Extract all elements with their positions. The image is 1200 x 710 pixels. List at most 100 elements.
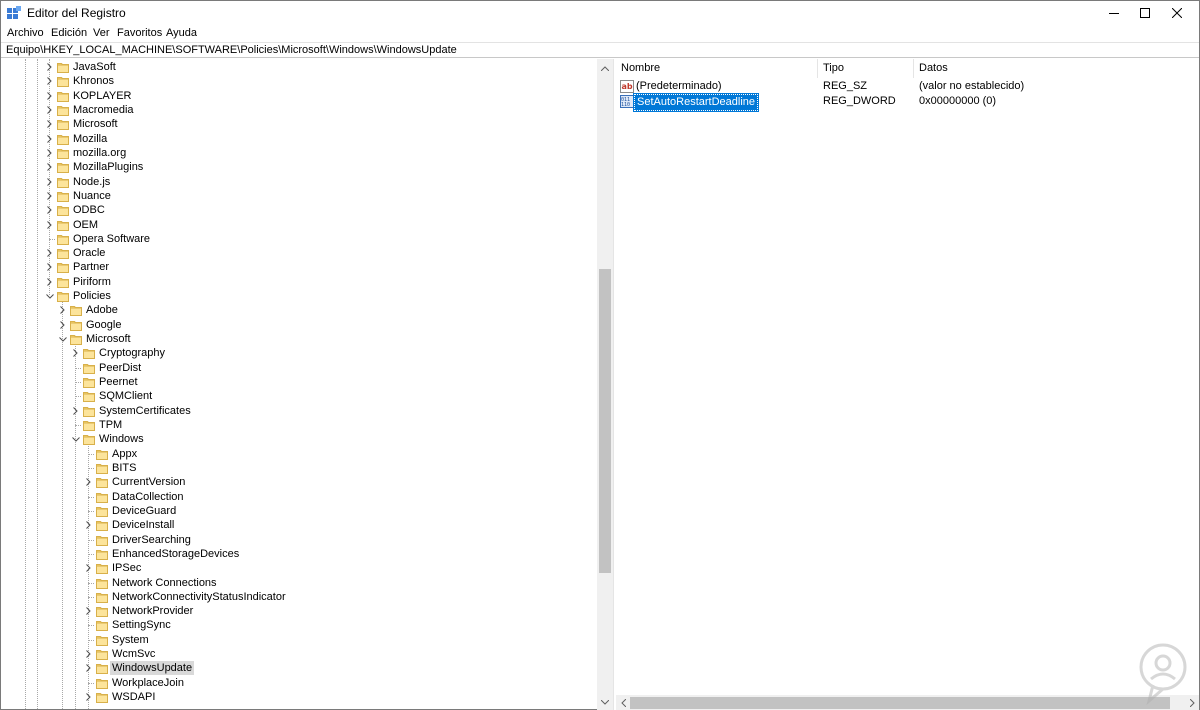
tree-node[interactable]: DriverSearching bbox=[1, 533, 597, 547]
tree-node[interactable]: Piriform bbox=[1, 275, 597, 289]
chevron-right-icon[interactable] bbox=[45, 160, 54, 174]
chevron-right-icon[interactable] bbox=[84, 518, 93, 532]
svg-text:ab: ab bbox=[622, 82, 633, 91]
values-horizontal-scrollbar[interactable] bbox=[616, 695, 1199, 710]
tree-node[interactable]: PeerDist bbox=[1, 361, 597, 375]
scroll-down-arrow-icon[interactable] bbox=[597, 695, 613, 709]
tree-scroll-thumb[interactable] bbox=[599, 269, 611, 573]
close-button[interactable] bbox=[1155, 1, 1199, 25]
minimize-icon bbox=[1109, 13, 1119, 14]
menu-ayuda[interactable]: Ayuda bbox=[166, 27, 197, 39]
tree-node[interactable]: Peernet bbox=[1, 375, 597, 389]
tree-node[interactable]: SystemCertificates bbox=[1, 404, 597, 418]
tree-node[interactable]: KOPLAYER bbox=[1, 89, 597, 103]
column-header-type[interactable]: Tipo bbox=[818, 59, 914, 78]
scroll-left-arrow-icon[interactable] bbox=[616, 695, 630, 710]
tree-node[interactable]: IPSec bbox=[1, 561, 597, 575]
folder-icon bbox=[96, 577, 108, 589]
tree-vertical-scrollbar[interactable] bbox=[597, 59, 613, 710]
tree-node[interactable]: NetworkConnectivityStatusIndicator bbox=[1, 590, 597, 604]
tree-node[interactable]: Partner bbox=[1, 260, 597, 274]
tree-node[interactable]: Google bbox=[1, 318, 597, 332]
tree-node[interactable]: Macromedia bbox=[1, 103, 597, 117]
tree-node[interactable]: Nuance bbox=[1, 189, 597, 203]
folder-icon bbox=[57, 75, 69, 88]
tree-node[interactable]: WcmSvc bbox=[1, 647, 597, 661]
address-bar[interactable]: Equipo\HKEY_LOCAL_MACHINE\SOFTWARE\Polic… bbox=[1, 42, 1199, 58]
value-row[interactable]: ab (Predeterminado) REG_SZ (valor no est… bbox=[616, 79, 1199, 94]
tree-node[interactable]: Windows bbox=[1, 432, 597, 446]
chevron-right-icon[interactable] bbox=[84, 690, 93, 704]
tree-node[interactable]: BITS bbox=[1, 461, 597, 475]
values-scroll-thumb[interactable] bbox=[630, 697, 1170, 709]
tree-node[interactable]: TPM bbox=[1, 418, 597, 432]
chevron-right-icon[interactable] bbox=[84, 647, 93, 661]
chevron-right-icon[interactable] bbox=[58, 303, 67, 317]
menu-ver[interactable]: Ver bbox=[93, 27, 110, 39]
tree-node[interactable]: DataCollection bbox=[1, 490, 597, 504]
chevron-right-icon[interactable] bbox=[45, 246, 54, 260]
tree-node[interactable]: Oracle bbox=[1, 246, 597, 260]
chevron-right-icon[interactable] bbox=[45, 74, 54, 88]
tree-node[interactable]: JavaSoft bbox=[1, 60, 597, 74]
tree-node[interactable]: Microsoft bbox=[1, 117, 597, 131]
chevron-down-icon[interactable] bbox=[58, 332, 67, 346]
chevron-right-icon[interactable] bbox=[45, 218, 54, 232]
chevron-right-icon[interactable] bbox=[71, 346, 80, 360]
menu-favoritos[interactable]: Favoritos bbox=[117, 27, 162, 39]
chevron-right-icon[interactable] bbox=[84, 475, 93, 489]
watermark-logo bbox=[1133, 641, 1193, 706]
chevron-right-icon[interactable] bbox=[45, 146, 54, 160]
tree-node[interactable]: System bbox=[1, 633, 597, 647]
scroll-up-arrow-icon[interactable] bbox=[597, 61, 613, 75]
chevron-down-icon[interactable] bbox=[71, 432, 80, 446]
chevron-right-icon[interactable] bbox=[45, 275, 54, 289]
chevron-right-icon[interactable] bbox=[45, 103, 54, 117]
tree-node[interactable]: mozilla.org bbox=[1, 146, 597, 160]
chevron-right-icon[interactable] bbox=[45, 89, 54, 103]
tree-node[interactable]: EnhancedStorageDevices bbox=[1, 547, 597, 561]
menu-archivo[interactable]: Archivo bbox=[7, 27, 44, 39]
value-row-selected[interactable]: 011 110 SetAutoRestartDeadline REG_DWORD … bbox=[616, 93, 1199, 112]
tree-node[interactable]: WindowsUpdate bbox=[1, 661, 597, 676]
chevron-right-icon[interactable] bbox=[58, 318, 67, 332]
chevron-right-icon[interactable] bbox=[45, 60, 54, 74]
tree-node[interactable]: SettingSync bbox=[1, 618, 597, 632]
tree-node[interactable]: WorkplaceJoin bbox=[1, 676, 597, 690]
tree-node[interactable]: Adobe bbox=[1, 303, 597, 317]
column-header-name[interactable]: Nombre bbox=[616, 59, 818, 78]
tree-node[interactable]: CurrentVersion bbox=[1, 475, 597, 489]
tree-node[interactable]: Cryptography bbox=[1, 346, 597, 360]
chevron-right-icon[interactable] bbox=[84, 604, 93, 618]
chevron-right-icon[interactable] bbox=[45, 117, 54, 131]
chevron-right-icon[interactable] bbox=[45, 203, 54, 217]
chevron-right-icon[interactable] bbox=[84, 561, 93, 575]
tree-node[interactable]: WSDAPI bbox=[1, 690, 597, 704]
tree-node[interactable]: DeviceGuard bbox=[1, 504, 597, 518]
column-header-data[interactable]: Datos bbox=[914, 59, 1199, 78]
chevron-right-icon[interactable] bbox=[45, 260, 54, 274]
tree-node[interactable]: Node.js bbox=[1, 175, 597, 189]
tree-node[interactable]: SQMClient bbox=[1, 389, 597, 403]
tree-node-label: KOPLAYER bbox=[73, 89, 132, 102]
tree-node[interactable]: NetworkProvider bbox=[1, 604, 597, 618]
folder-icon bbox=[57, 90, 69, 102]
menu-edicion[interactable]: Edición bbox=[51, 27, 87, 39]
tree-node[interactable]: DeviceInstall bbox=[1, 518, 597, 532]
tree-node[interactable]: Khronos bbox=[1, 74, 597, 88]
tree-node[interactable]: OEM bbox=[1, 218, 597, 232]
tree-node[interactable]: Mozilla bbox=[1, 132, 597, 146]
tree-node[interactable]: MozillaPlugins bbox=[1, 160, 597, 174]
tree-node[interactable]: Microsoft bbox=[1, 332, 597, 346]
tree-node[interactable]: Network Connections bbox=[1, 576, 597, 590]
chevron-right-icon[interactable] bbox=[84, 661, 93, 675]
chevron-right-icon[interactable] bbox=[45, 189, 54, 203]
chevron-right-icon[interactable] bbox=[71, 404, 80, 418]
chevron-down-icon[interactable] bbox=[45, 289, 54, 303]
tree-node[interactable]: Opera Software bbox=[1, 232, 597, 246]
tree-node[interactable]: Appx bbox=[1, 447, 597, 461]
chevron-right-icon[interactable] bbox=[45, 175, 54, 189]
tree-node[interactable]: Policies bbox=[1, 289, 597, 303]
chevron-right-icon[interactable] bbox=[45, 132, 54, 146]
tree-node[interactable]: ODBC bbox=[1, 203, 597, 217]
